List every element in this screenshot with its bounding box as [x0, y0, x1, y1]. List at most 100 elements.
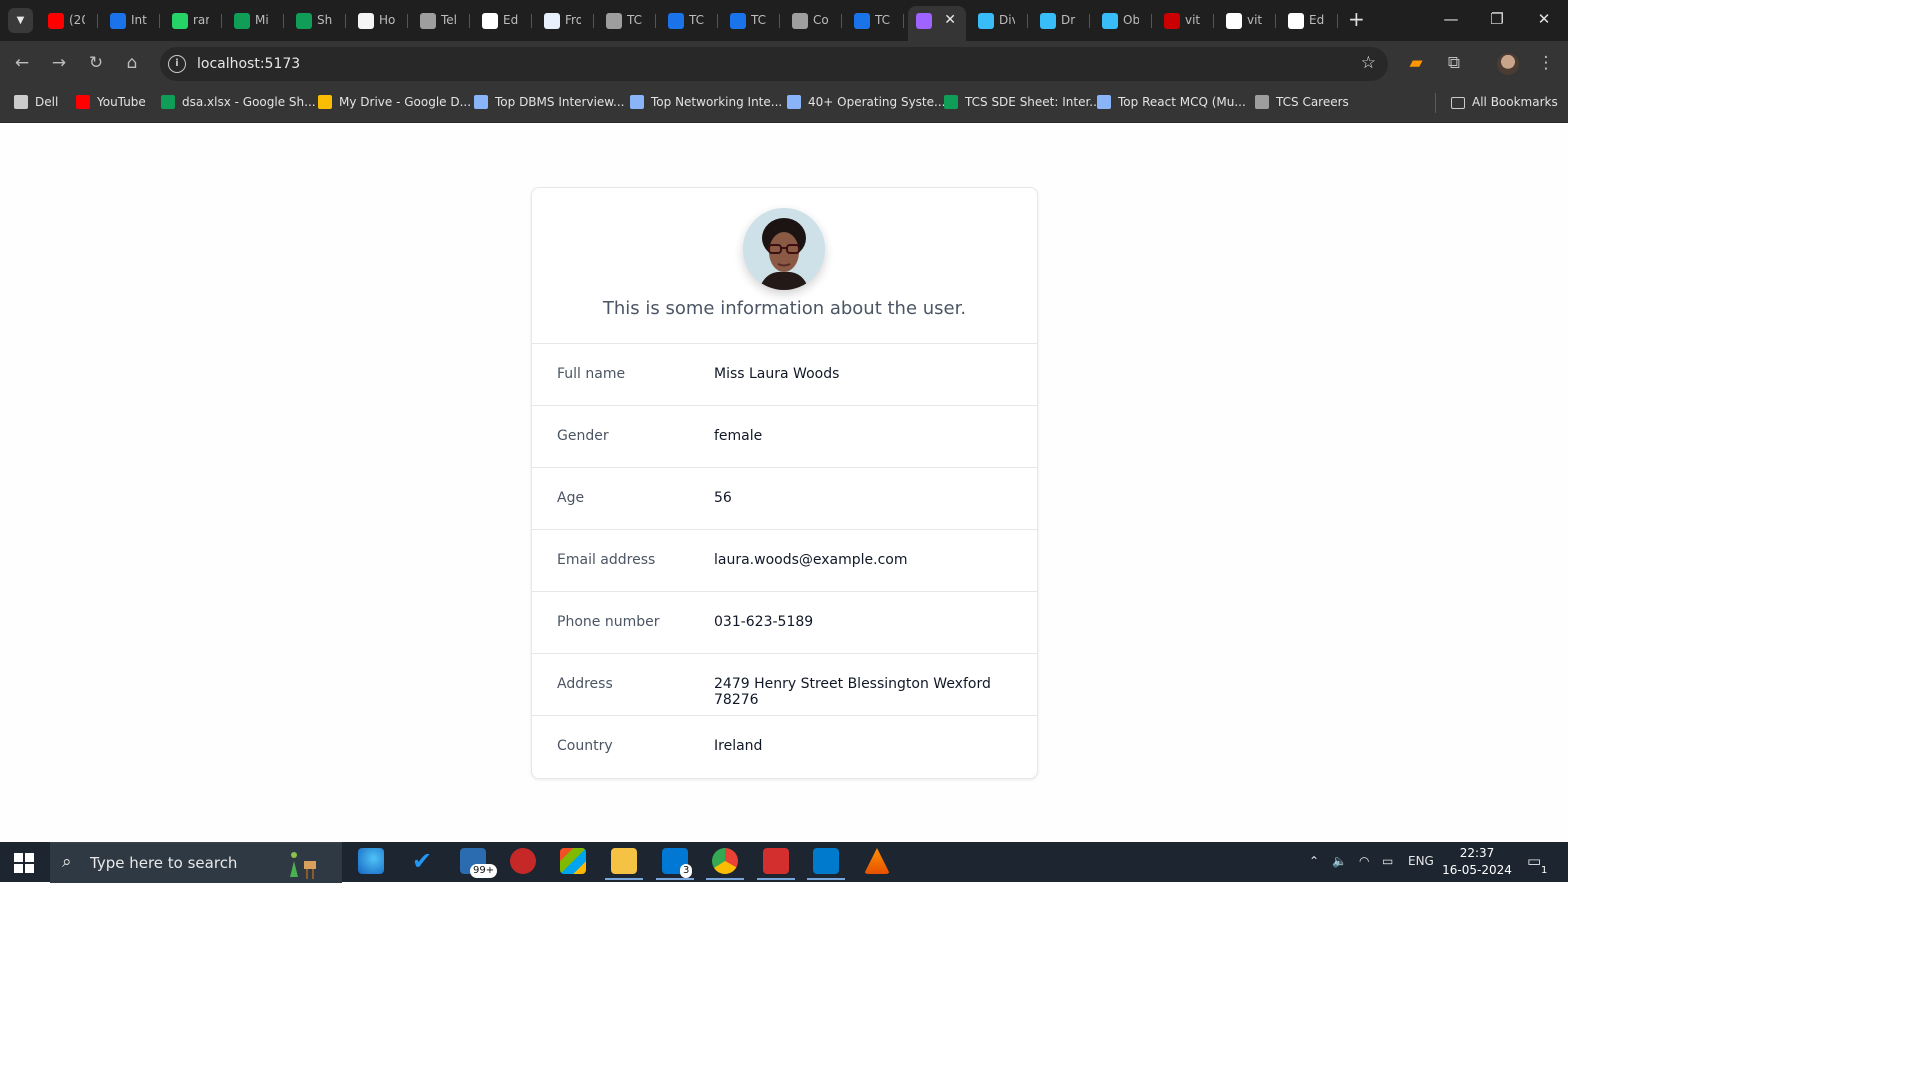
bookmark-star-icon[interactable]: ☆: [1361, 53, 1376, 73]
user-profile-card: This is some information about the user.…: [531, 187, 1038, 779]
browser-tab[interactable]: Ed: [1280, 6, 1338, 36]
close-window-button[interactable]: ✕: [1521, 10, 1567, 28]
edge-icon[interactable]: [358, 848, 384, 874]
github-icon: [482, 13, 498, 29]
bookmark-item[interactable]: TCS Careers: [1255, 95, 1349, 109]
clock[interactable]: 22:37 16-05-2024: [1442, 845, 1512, 879]
browser-tab[interactable]: Ho: [350, 6, 408, 36]
tab-separator: [779, 14, 780, 28]
browser-tab[interactable]: TC: [598, 6, 656, 36]
vlc-icon[interactable]: [864, 848, 890, 874]
browser-tab[interactable]: Int: [102, 6, 160, 36]
clock-date: 16-05-2024: [1442, 863, 1512, 877]
globe-icon: [420, 13, 436, 29]
all-bookmarks-button[interactable]: All Bookmarks: [1451, 95, 1558, 109]
chrome-icon[interactable]: [706, 848, 744, 880]
bookmark-item[interactable]: dsa.xlsx - Google Sh...: [161, 95, 316, 109]
user-avatar: [743, 208, 825, 290]
browser-tab[interactable]: vit: [1156, 6, 1214, 36]
browser-tab[interactable]: (20: [40, 6, 98, 36]
tab-title: TC: [875, 13, 891, 27]
tab-separator: [1213, 14, 1214, 28]
bookmark-item[interactable]: 40+ Operating Syste...: [787, 95, 945, 109]
wifi-icon[interactable]: ◠: [1359, 854, 1369, 868]
game-icon[interactable]: [510, 848, 536, 874]
todo-icon[interactable]: ✔: [409, 848, 435, 874]
power-icon: [730, 13, 746, 29]
forward-icon[interactable]: →: [47, 53, 71, 73]
browser-tab[interactable]: Sh: [288, 6, 346, 36]
tray-chevron-icon[interactable]: ⌃: [1309, 854, 1319, 868]
close-tab-icon[interactable]: ✕: [944, 12, 956, 28]
profile-avatar[interactable]: [1497, 53, 1519, 75]
volume-icon[interactable]: 🔈: [1332, 854, 1347, 868]
tab-separator: [469, 14, 470, 28]
browser-tab[interactable]: TC: [846, 6, 904, 36]
new-tab-button[interactable]: +: [1348, 9, 1365, 29]
tab-title: vit: [1185, 13, 1201, 27]
tab-separator: [1275, 14, 1276, 28]
browser-tab[interactable]: Co: [784, 6, 842, 36]
bookmark-label: YouTube: [97, 95, 146, 109]
browser-tab[interactable]: Ed: [474, 6, 532, 36]
detail-label: Age: [557, 490, 585, 506]
extension-icon[interactable]: ▰: [1404, 53, 1428, 73]
restore-button[interactable]: ❐: [1474, 10, 1520, 28]
browser-tab[interactable]: TC: [660, 6, 718, 36]
mountain-icon: [474, 95, 488, 109]
mountain-icon: [630, 95, 644, 109]
file-explorer-icon[interactable]: [605, 848, 643, 880]
browser-tab[interactable]: rar: [164, 6, 222, 36]
extensions-puzzle-icon[interactable]: ⧉: [1442, 53, 1466, 73]
back-icon[interactable]: ←: [10, 53, 34, 73]
bookmark-item[interactable]: TCS SDE Sheet: Inter...: [944, 95, 1101, 109]
detail-row: Email address laura.woods@example.com: [532, 530, 1037, 592]
tab-title: Mi: [255, 13, 269, 27]
tab-separator: [283, 14, 284, 28]
site-info-icon[interactable]: i: [168, 55, 186, 73]
tab-title: vit: [1247, 13, 1263, 27]
taskbar-search-box[interactable]: ⌕ Type here to search: [50, 842, 342, 883]
bookmark-item[interactable]: Dell: [14, 95, 58, 109]
sheets-icon: [161, 95, 175, 109]
vscode-icon[interactable]: [807, 848, 845, 880]
gfg-icon: [234, 13, 250, 29]
bookmark-item[interactable]: My Drive - Google D...: [318, 95, 471, 109]
drive-icon: [318, 95, 332, 109]
reload-icon[interactable]: ↻: [84, 53, 108, 73]
browser-tab[interactable]: Mi: [226, 6, 284, 36]
bookmark-label: TCS SDE Sheet: Inter...: [965, 95, 1101, 109]
tab-title: TC: [689, 13, 705, 27]
browser-tab[interactable]: Fro: [536, 6, 594, 36]
power-icon: [854, 13, 870, 29]
home-icon[interactable]: ⌂: [120, 53, 144, 73]
bookmark-item[interactable]: Top React MCQ (Mu...: [1097, 95, 1246, 109]
tab-title: Tel: [441, 13, 457, 27]
language-indicator[interactable]: ENG: [1408, 854, 1434, 868]
browser-tab[interactable]: ✕: [908, 6, 966, 41]
browser-tab[interactable]: Div: [970, 6, 1028, 36]
browser-tab[interactable]: Ob: [1094, 6, 1152, 36]
github-icon: [1226, 13, 1242, 29]
url-text[interactable]: localhost:5173: [197, 56, 300, 72]
more-menu-icon[interactable]: ⋮: [1534, 53, 1558, 73]
acrobat-icon[interactable]: [757, 848, 795, 880]
search-icon: ⌕: [62, 852, 72, 872]
bookmark-item[interactable]: YouTube: [76, 95, 146, 109]
microsoft-store-icon[interactable]: [560, 848, 586, 874]
battery-icon[interactable]: ▭: [1382, 854, 1393, 868]
browser-tab[interactable]: TC: [722, 6, 780, 36]
bookmark-separator: [1435, 93, 1436, 113]
windows-start-icon[interactable]: [14, 853, 34, 873]
tab-search-button[interactable]: ▼: [8, 8, 33, 33]
browser-tab[interactable]: vit: [1218, 6, 1276, 36]
detail-row: Age 56: [532, 468, 1037, 530]
bookmark-label: 40+ Operating Syste...: [808, 95, 946, 109]
bookmark-item[interactable]: Top DBMS Interview...: [474, 95, 624, 109]
browser-tab[interactable]: Tel: [412, 6, 470, 36]
address-bar[interactable]: i localhost:5173 ☆: [160, 47, 1388, 81]
minimize-button[interactable]: —: [1428, 10, 1474, 28]
browser-tab[interactable]: Dr: [1032, 6, 1090, 36]
bookmark-item[interactable]: Top Networking Inte...: [630, 95, 782, 109]
browser-tab-strip: ▼ (20 Int rar Mi Sh Ho Tel Ed Fro TC TC TC Co TC ✕ Div D…: [0, 0, 1568, 41]
